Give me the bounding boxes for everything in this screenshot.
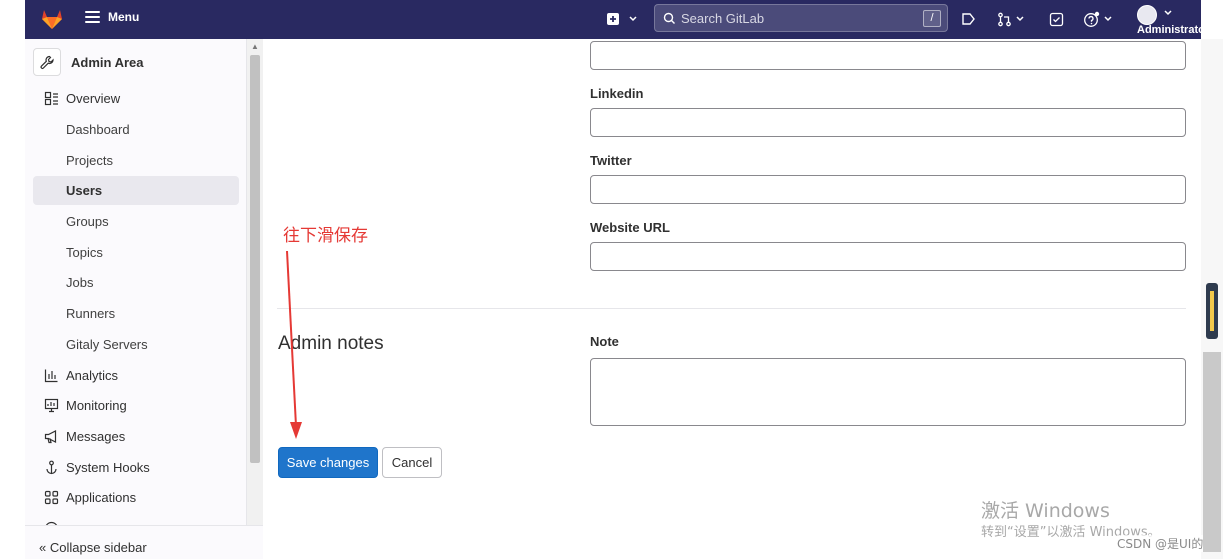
sidebar-item-label: Overview — [66, 91, 121, 106]
wrench-icon — [33, 48, 61, 76]
todo-check-icon — [1049, 12, 1064, 26]
sidebar-item-label: Users — [66, 183, 103, 198]
chevron-down-icon — [1104, 16, 1112, 22]
sidebar-item-label: Projects — [66, 153, 113, 168]
sidebar-scrollbar-thumb[interactable] — [250, 55, 260, 463]
chevron-down-icon — [1164, 10, 1172, 16]
user-menu-button[interactable]: Administrator — [1135, 5, 1209, 39]
main-content: Linkedin Twitter Website URL Admin notes… — [263, 39, 1201, 559]
sidebar-header[interactable]: Admin Area — [33, 47, 143, 77]
chevron-double-left-icon: « — [39, 540, 47, 555]
hook-icon — [43, 460, 59, 476]
sidebar-item-label: Gitaly Servers — [66, 337, 148, 352]
sidebar-item-label: Topics — [66, 245, 103, 260]
website-url-input[interactable] — [590, 242, 1186, 271]
collapse-sidebar-button[interactable]: « Collapse sidebar — [25, 525, 263, 559]
linkedin-input[interactable] — [590, 108, 1186, 137]
menu-label: Menu — [108, 10, 140, 24]
search-icon — [663, 12, 675, 24]
linkedin-label: Linkedin — [590, 86, 644, 101]
sidebar-item-label: Messages — [66, 429, 126, 444]
search-shortcut-badge: / — [923, 10, 941, 27]
note-label: Note — [590, 334, 619, 349]
section-divider — [277, 308, 1186, 309]
page-gutter — [0, 0, 25, 559]
windows-activation-title: 激活 Windows — [981, 500, 1110, 522]
todos-button[interactable] — [1049, 8, 1064, 30]
side-widget-handle[interactable] — [1206, 283, 1218, 339]
monitoring-icon — [43, 398, 59, 414]
menu-button[interactable]: Menu — [85, 10, 139, 24]
issues-button[interactable] — [961, 8, 976, 30]
page-scrollbar-thumb[interactable] — [1203, 352, 1221, 552]
previous-field-input[interactable] — [590, 41, 1186, 70]
merge-requests-button[interactable] — [997, 8, 1025, 30]
sidebar-item-gitaly-servers[interactable]: Gitaly Servers — [33, 330, 239, 359]
help-button[interactable] — [1083, 8, 1113, 30]
sidebar-item-groups[interactable]: Groups — [33, 207, 239, 236]
csdn-watermark: CSDN @是UI的 — [1117, 535, 1204, 552]
sidebar-title: Admin Area — [71, 54, 144, 70]
sidebar-item-jobs[interactable]: Jobs — [33, 268, 239, 297]
issues-icon — [962, 12, 975, 25]
admin-notes-title: Admin notes — [278, 333, 384, 354]
applications-icon — [43, 490, 59, 506]
save-changes-button[interactable]: Save changes — [278, 447, 378, 478]
sidebar-item-system-hooks[interactable]: System Hooks — [33, 453, 239, 482]
hamburger-icon — [85, 11, 100, 23]
sidebar-item-label: Groups — [66, 214, 109, 229]
sidebar-item-projects[interactable]: Projects — [33, 146, 239, 175]
messages-icon — [43, 429, 59, 445]
help-icon — [1084, 11, 1100, 27]
search-placeholder: Search GitLab — [681, 10, 765, 26]
avatar — [1137, 5, 1157, 25]
twitter-label: Twitter — [590, 153, 632, 168]
overview-icon — [43, 91, 59, 107]
collapse-sidebar-label: Collapse sidebar — [49, 540, 147, 555]
gitlab-logo-icon[interactable] — [39, 6, 65, 32]
sidebar-item-users[interactable]: Users — [33, 176, 239, 205]
twitter-input[interactable] — [590, 175, 1186, 204]
sidebar-item-label: Analytics — [66, 368, 119, 383]
search-input[interactable]: Search GitLab / — [654, 4, 948, 32]
sidebar-item-messages[interactable]: Messages — [33, 422, 239, 451]
annotation-text: 往下滑保存 — [283, 226, 368, 246]
sidebar-item-label: Dashboard — [66, 122, 130, 137]
sidebar-item-monitoring[interactable]: Monitoring — [33, 391, 239, 420]
sidebar-item-applications[interactable]: Applications — [33, 483, 239, 512]
sidebar-item-label: System Hooks — [66, 460, 150, 475]
scroll-up-arrow-icon[interactable]: ▲ — [251, 42, 259, 51]
top-navbar: Menu Search GitLab / Administrator — [25, 0, 1209, 39]
sidebar-item-label: Runners — [66, 306, 116, 321]
sidebar-item-partial[interactable] — [33, 514, 239, 525]
sidebar-item-label: Applications — [66, 490, 137, 505]
chevron-down-icon — [1016, 16, 1024, 22]
chevron-down-icon — [629, 16, 637, 22]
user-name: Administrator — [1137, 24, 1210, 36]
sidebar-scrollbar[interactable]: ▲ — [247, 39, 263, 525]
sidebar-item-topics[interactable]: Topics — [33, 238, 239, 267]
note-textarea[interactable] — [590, 358, 1186, 426]
plus-square-icon — [607, 13, 619, 25]
sidebar-item-label: Jobs — [66, 275, 94, 290]
cancel-button[interactable]: Cancel — [382, 447, 442, 478]
sidebar-item-overview[interactable]: Overview — [33, 84, 239, 113]
merge-request-icon — [998, 12, 1011, 26]
admin-sidebar: Admin Area Overview Dashboard Projects U… — [25, 39, 247, 525]
analytics-icon — [43, 368, 59, 384]
new-item-button[interactable] — [606, 8, 638, 30]
sidebar-item-analytics[interactable]: Analytics — [33, 361, 239, 390]
website-url-label: Website URL — [590, 220, 670, 235]
sidebar-item-label: Monitoring — [66, 398, 127, 413]
sidebar-item-runners[interactable]: Runners — [33, 299, 239, 328]
sidebar-item-dashboard[interactable]: Dashboard — [33, 115, 239, 144]
